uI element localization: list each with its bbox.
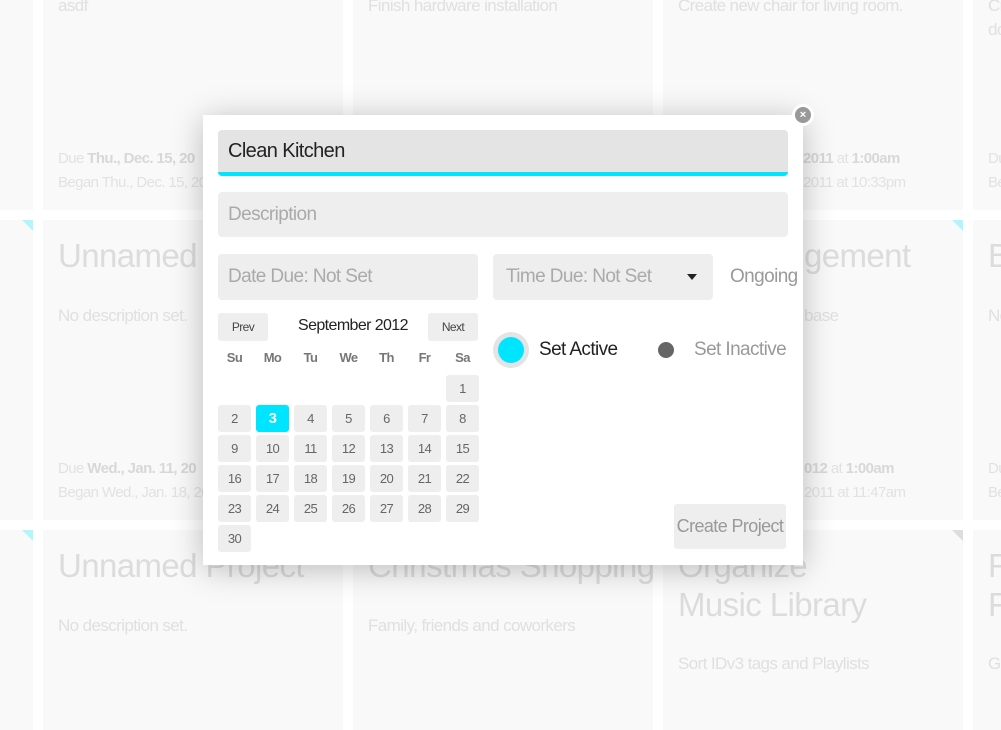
weekday-header: Sa <box>455 350 470 365</box>
weekday-header: Tu <box>303 350 318 365</box>
calendar-day[interactable]: 21 <box>408 465 441 492</box>
card-due: Due Thu., Dec. 15, 20 <box>58 150 195 167</box>
calendar-day[interactable]: 8 <box>446 405 479 432</box>
calendar-day[interactable]: 27 <box>370 495 403 522</box>
weekday-header: Su <box>226 350 243 365</box>
weekday-header: Th <box>379 350 394 365</box>
calendar-day-selected[interactable]: 3 <box>256 405 289 432</box>
calendar-day[interactable]: 5 <box>332 405 365 432</box>
project-card[interactable]: Cr do Du Be <box>973 0 1001 210</box>
calendar-day[interactable]: 20 <box>370 465 403 492</box>
card-due: 2011 at 1:00am <box>803 150 900 167</box>
card-title: R <box>988 586 1001 623</box>
project-title-value: Clean Kitchen <box>228 139 345 162</box>
status-corner-icon <box>22 220 33 231</box>
calendar-day[interactable]: 28 <box>408 495 441 522</box>
card-began: Began Thu., Dec. 15, 201 <box>58 174 215 191</box>
calendar-day[interactable]: 7 <box>408 405 441 432</box>
card-description: asdf <box>58 0 88 15</box>
calendar-day[interactable]: 18 <box>294 465 327 492</box>
card-due: Du <box>988 150 1001 167</box>
weekday-header: We <box>339 350 358 365</box>
card-description: base <box>804 306 839 325</box>
weekday-header: Fr <box>418 350 431 365</box>
next-month-button[interactable]: Next <box>428 313 478 341</box>
calendar-day[interactable]: 19 <box>332 465 365 492</box>
card-due: 012 at 1:00am <box>804 460 894 477</box>
calendar-day[interactable]: 1 <box>446 375 479 402</box>
calendar-day[interactable]: 9 <box>218 435 251 462</box>
card-due: Du <box>988 460 1001 477</box>
project-card[interactable] <box>0 220 33 520</box>
card-description: No description set. <box>58 616 188 635</box>
set-inactive-radio[interactable] <box>658 342 674 358</box>
ongoing-toggle[interactable]: Ongoing <box>730 266 798 288</box>
card-began: 2011 at 11:47am <box>804 484 906 501</box>
card-description: Finish hardware installation <box>368 0 558 15</box>
project-card[interactable]: B Ne Du Be <box>973 220 1001 520</box>
project-card[interactable] <box>0 530 33 730</box>
card-began: 2011 at 10:33pm <box>803 174 906 191</box>
card-description: Create new chair for living room. <box>678 0 904 15</box>
card-description: Sort IDv3 tags and Playlists <box>678 654 870 673</box>
calendar-day[interactable]: 29 <box>446 495 479 522</box>
close-button[interactable]: × <box>792 104 814 126</box>
calendar-day[interactable]: 23 <box>218 495 251 522</box>
card-began: Be <box>988 174 1001 191</box>
card-description: do <box>988 20 1001 39</box>
calendar-day[interactable]: 4 <box>294 405 327 432</box>
card-description: Cr <box>988 0 1001 15</box>
card-title: B <box>988 237 1001 274</box>
set-inactive-label[interactable]: Set Inactive <box>694 339 787 361</box>
card-due: Due Wed., Jan. 11, 20 <box>58 460 197 477</box>
status-corner-icon <box>952 530 963 541</box>
radio-dot-icon <box>498 337 524 363</box>
project-card[interactable] <box>0 0 33 210</box>
prev-month-button[interactable]: Prev <box>218 313 268 341</box>
project-card[interactable]: R R Ge <box>973 530 1001 730</box>
project-title-input[interactable]: Clean Kitchen <box>218 130 788 176</box>
calendar-day[interactable]: 11 <box>294 435 327 462</box>
calendar-day[interactable]: 15 <box>446 435 479 462</box>
calendar-day[interactable]: 10 <box>256 435 289 462</box>
close-icon: × <box>795 107 811 123</box>
calendar-day[interactable]: 25 <box>294 495 327 522</box>
create-project-button[interactable]: Create Project <box>674 504 786 549</box>
description-placeholder: Description <box>228 203 317 225</box>
calendar-day[interactable]: 6 <box>370 405 403 432</box>
card-description: Ge <box>988 654 1001 673</box>
calendar-day[interactable]: 2 <box>218 405 251 432</box>
calendar-day[interactable]: 17 <box>256 465 289 492</box>
card-title: gement <box>804 237 911 274</box>
card-title: R <box>988 547 1001 584</box>
date-due-input[interactable]: Date Due: Not Set <box>218 254 478 300</box>
calendar-day[interactable]: 16 <box>218 465 251 492</box>
calendar-day[interactable]: 13 <box>370 435 403 462</box>
card-description: No description set. <box>58 306 188 325</box>
time-due-select[interactable]: Time Due: Not Set <box>493 254 713 300</box>
card-began: Be <box>988 484 1001 501</box>
card-description: Ne <box>988 306 1001 325</box>
dropdown-arrow-icon <box>687 274 697 280</box>
description-input[interactable]: Description <box>218 192 788 237</box>
calendar-day[interactable]: 26 <box>332 495 365 522</box>
set-active-label[interactable]: Set Active <box>539 339 618 361</box>
calendar-day[interactable]: 24 <box>256 495 289 522</box>
calendar-month-label: September 2012 <box>298 317 409 334</box>
status-corner-icon <box>952 220 963 231</box>
time-due-label: Time Due: Not Set <box>506 266 652 287</box>
calendar-day[interactable]: 22 <box>446 465 479 492</box>
card-description: Family, friends and coworkers <box>368 616 576 635</box>
date-due-label: Date Due: Not Set <box>228 266 373 287</box>
weekday-header: Mo <box>263 350 282 365</box>
set-active-radio[interactable] <box>493 332 529 368</box>
calendar-day[interactable]: 30 <box>218 525 251 552</box>
card-began: Began Wed., Jan. 18, 20 <box>58 484 210 501</box>
status-corner-icon <box>22 530 33 541</box>
calendar-day[interactable]: 14 <box>408 435 441 462</box>
calendar-day[interactable]: 12 <box>332 435 365 462</box>
